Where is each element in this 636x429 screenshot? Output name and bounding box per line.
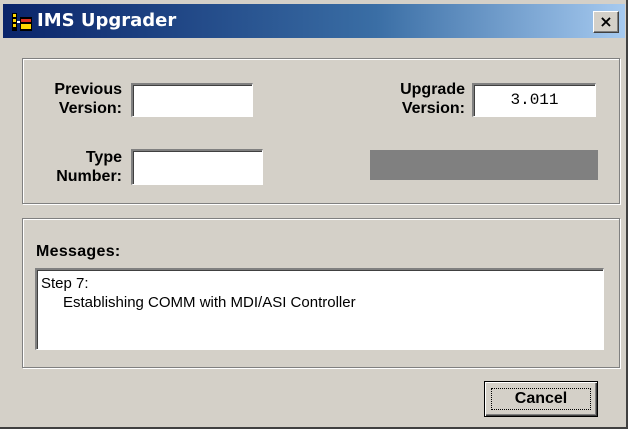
type-number-label-line1: Type	[85, 149, 122, 166]
app-icon	[12, 13, 32, 31]
messages-box[interactable]: Step 7: Establishing COMM with MDI/ASI C…	[35, 268, 604, 350]
focus-rectangle	[491, 388, 591, 410]
previous-version-label-line2: Version:	[58, 100, 122, 117]
message-line: Step 7:	[41, 275, 89, 292]
type-number-field[interactable]	[131, 149, 263, 185]
message-line: Establishing COMM with MDI/ASI Controlle…	[63, 294, 356, 311]
type-number-label: Type Number:	[30, 148, 122, 186]
dialog-window: IMS Upgrader × Previous Version: Upgrade…	[0, 0, 628, 429]
window-title: IMS Upgrader	[37, 10, 177, 31]
type-number-label-line2: Number:	[56, 168, 122, 185]
upgrade-progress-bar	[370, 150, 598, 180]
title-bar[interactable]: IMS Upgrader ×	[3, 4, 625, 38]
cancel-button[interactable]: Cancel	[484, 381, 598, 417]
previous-version-field[interactable]	[131, 83, 253, 117]
previous-version-label: Previous Version:	[30, 80, 122, 118]
upgrade-version-label: Upgrade Version:	[362, 80, 465, 118]
upgrade-version-label-line2: Version:	[401, 100, 465, 117]
upgrade-version-field[interactable]: 3.011	[472, 83, 596, 117]
previous-version-label-line1: Previous	[54, 81, 122, 98]
close-icon: ×	[599, 12, 613, 31]
upgrade-version-label-line1: Upgrade	[400, 81, 465, 98]
messages-label: Messages:	[36, 243, 121, 260]
close-button[interactable]: ×	[593, 11, 619, 33]
